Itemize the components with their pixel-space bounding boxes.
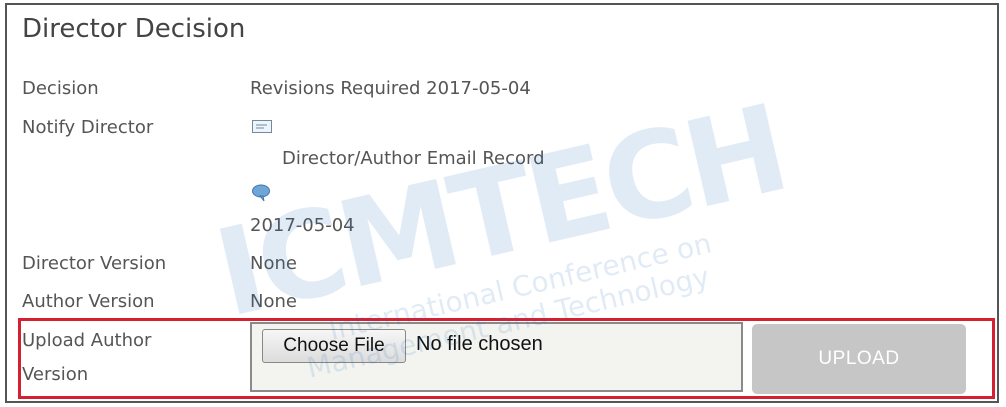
notify-date: 2017-05-04 xyxy=(250,215,355,236)
mail-icon[interactable] xyxy=(252,118,272,133)
file-status-text: No file chosen xyxy=(416,333,543,355)
section-title: Director Decision xyxy=(22,14,246,44)
author-version-label: Author Version xyxy=(22,291,155,312)
notify-director-label: Notify Director xyxy=(22,117,154,138)
upload-button[interactable]: UPLOAD xyxy=(752,324,966,394)
email-record-link[interactable]: Director/Author Email Record xyxy=(282,148,545,169)
director-version-label: Director Version xyxy=(22,253,167,274)
author-version-value: None xyxy=(250,291,297,312)
decision-value: Revisions Required 2017-05-04 xyxy=(250,78,531,99)
upload-author-version-label-line2: Version xyxy=(22,364,89,385)
choose-file-button[interactable]: Choose File xyxy=(262,329,406,363)
chat-bubble-icon[interactable] xyxy=(251,184,271,202)
decision-label: Decision xyxy=(22,78,99,99)
upload-author-version-label-line1: Upload Author xyxy=(22,330,152,351)
director-version-value: None xyxy=(250,253,297,274)
